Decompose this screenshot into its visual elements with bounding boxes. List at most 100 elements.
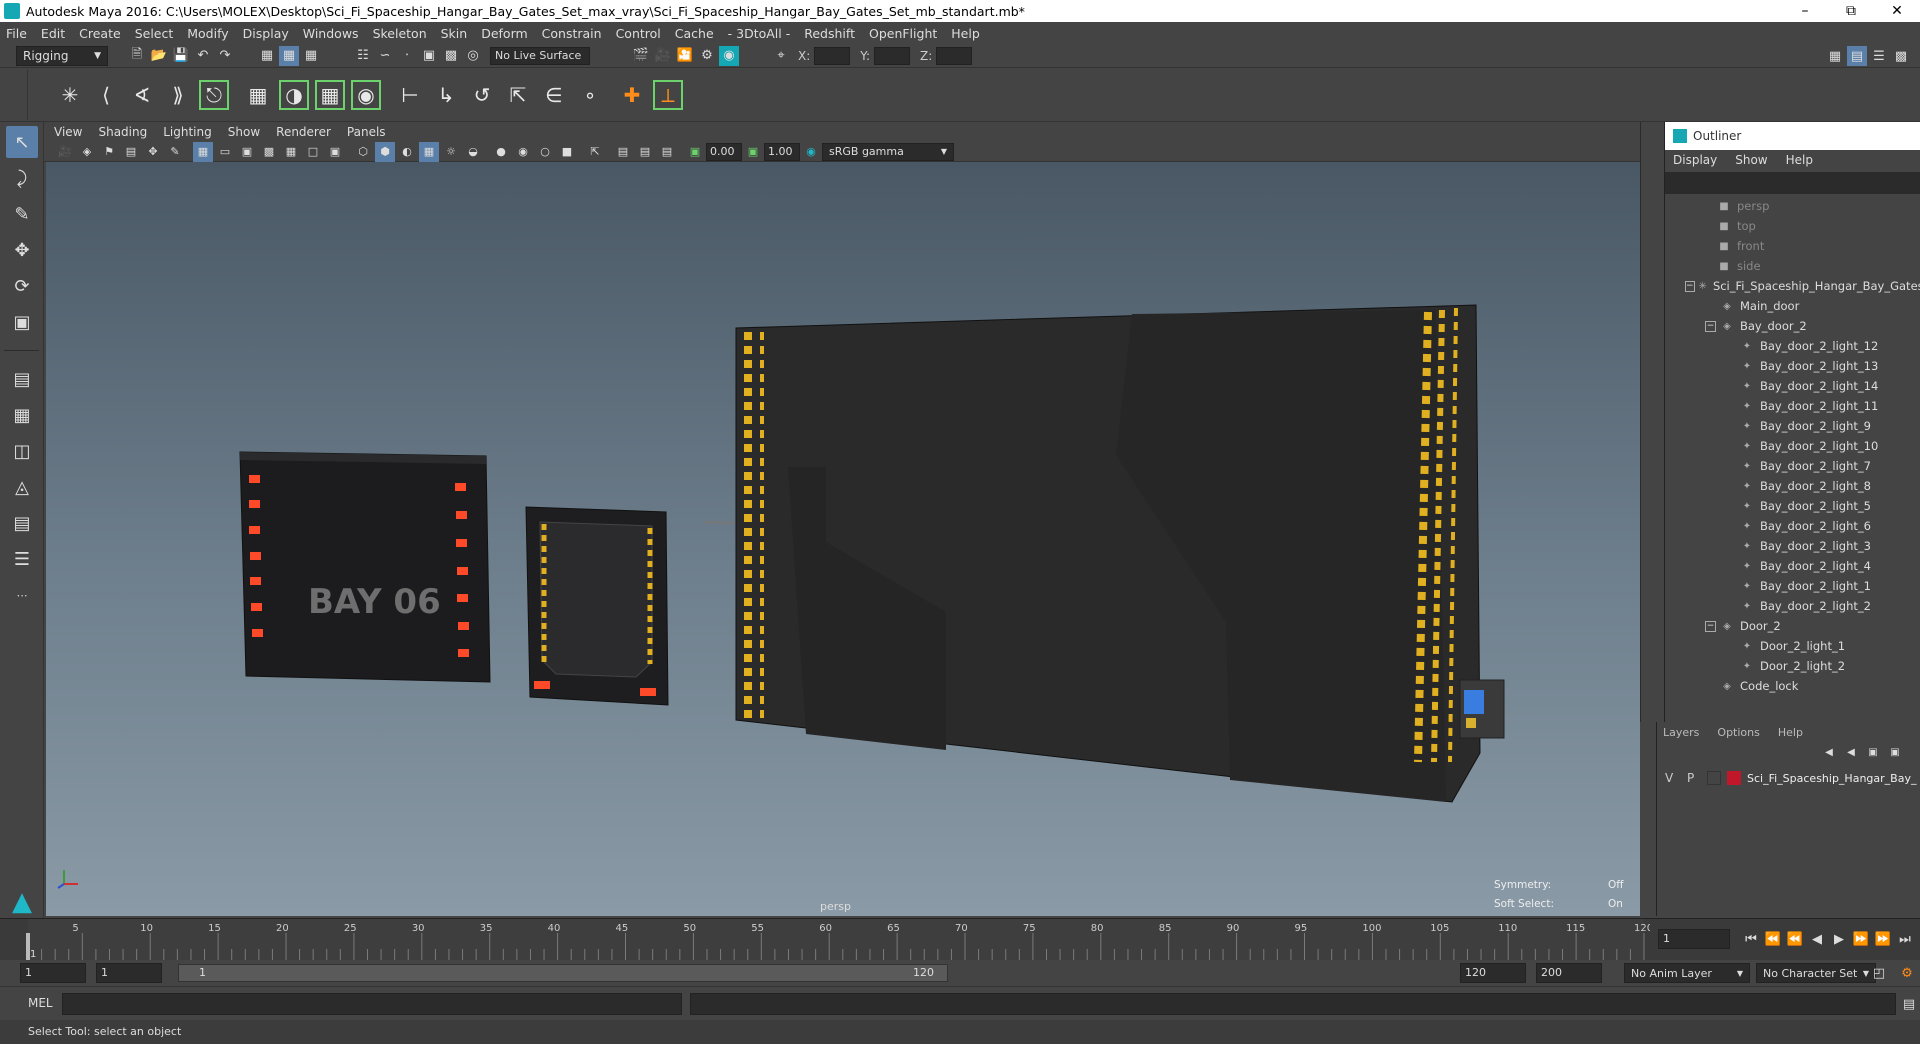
y-field[interactable]: [874, 46, 911, 65]
step-back-key-icon[interactable]: ⏪: [1785, 929, 1805, 949]
snap-live-icon[interactable]: ◎: [463, 46, 483, 66]
snap-point-icon[interactable]: ⋅: [397, 46, 417, 66]
menu-display[interactable]: Display: [243, 26, 289, 41]
menu-file[interactable]: File: [6, 26, 27, 41]
paint-select-icon[interactable]: ✎: [6, 198, 38, 230]
new-scene-icon[interactable]: 🗎: [127, 46, 147, 66]
open-scene-icon[interactable]: 📂: [149, 46, 169, 66]
exposure-icon[interactable]: ▣: [685, 142, 705, 162]
viewport-persp[interactable]: BAY 06 persp Symmetry: Off Soft Select: …: [46, 162, 1640, 916]
move-layer-down-icon[interactable]: ◀: [1841, 742, 1861, 762]
layer-menu-help[interactable]: Help: [1778, 726, 1803, 739]
menu-select[interactable]: Select: [135, 26, 174, 41]
layer-playback[interactable]: P: [1687, 771, 1707, 785]
panel-menu-lighting[interactable]: Lighting: [163, 125, 212, 139]
gamma-icon[interactable]: ▣: [743, 142, 763, 162]
shadows-icon[interactable]: ◒: [463, 142, 483, 162]
locator-icon[interactable]: ⎋: [199, 79, 229, 110]
channel-box-strip[interactable]: [1640, 122, 1664, 722]
insert-joint-icon[interactable]: ⟨: [91, 80, 121, 110]
isolate-select-icon[interactable]: ⇱: [585, 142, 605, 162]
step-back-icon[interactable]: ⏪: [1763, 929, 1783, 949]
layer-visibility[interactable]: V: [1665, 771, 1687, 785]
menu-windows[interactable]: Windows: [303, 26, 359, 41]
cluster-icon[interactable]: ▦: [243, 80, 273, 110]
xray-joints-icon[interactable]: ▤: [635, 142, 655, 162]
menu-openflight[interactable]: OpenFlight: [869, 26, 937, 41]
outliner-item[interactable]: ✦ Bay_door_2_light_11: [1665, 396, 1920, 416]
live-surface-field[interactable]: No Live Surface: [490, 46, 590, 65]
two-d-pan-icon[interactable]: ✥: [143, 142, 163, 162]
auto-key-icon[interactable]: ◰: [1869, 963, 1889, 983]
outliner-item[interactable]: ✦ Bay_door_2_light_3: [1665, 536, 1920, 556]
outliner-layout-icon[interactable]: ☰: [6, 543, 38, 575]
play-forwards-icon[interactable]: ▶: [1829, 929, 1849, 949]
layer-row[interactable]: V P Sci_Fi_Spaceship_Hangar_Bay_: [1657, 766, 1920, 790]
range-slider-bar[interactable]: 1 120: [178, 964, 948, 982]
outliner-item[interactable]: ✦ Bay_door_2_light_9: [1665, 416, 1920, 436]
outliner-item[interactable]: ✦ Bay_door_2_light_4: [1665, 556, 1920, 576]
layer-color-swatch[interactable]: [1727, 771, 1741, 785]
go-to-end-icon[interactable]: ⏭: [1895, 929, 1915, 949]
move-layer-up-icon[interactable]: ◀: [1819, 742, 1839, 762]
field-chart-icon[interactable]: ▦: [281, 142, 301, 162]
bookmark-icon[interactable]: ⚑: [99, 142, 119, 162]
film-gate-icon[interactable]: ▭: [215, 142, 235, 162]
transform-mode-icon[interactable]: ⌖: [771, 46, 791, 66]
snap-curve-icon[interactable]: ∽: [375, 46, 395, 66]
render-settings-icon[interactable]: ⚙: [697, 46, 717, 66]
anti-alias-icon[interactable]: ○: [535, 142, 555, 162]
wireframe-on-shaded-icon[interactable]: ◐: [397, 142, 417, 162]
outliner-item[interactable]: ✦ Bay_door_2_light_6: [1665, 516, 1920, 536]
snap-grid-icon[interactable]: ☷: [353, 46, 373, 66]
move-tool-icon[interactable]: ✥: [6, 234, 38, 266]
resolution-gate-icon[interactable]: ▣: [237, 142, 257, 162]
collapse-toggle-icon[interactable]: −: [1705, 620, 1716, 632]
wrap-icon[interactable]: ▦: [315, 79, 345, 110]
menu-set-dropdown[interactable]: Rigging ▼: [16, 45, 108, 66]
outliner-item[interactable]: ✦ Bay_door_2_light_2: [1665, 596, 1920, 616]
select-tool-icon[interactable]: ↖: [6, 126, 38, 158]
step-forward-icon[interactable]: ⏩: [1873, 929, 1893, 949]
xray-components-icon[interactable]: ▤: [657, 142, 677, 162]
motion-blur-icon[interactable]: ◉: [513, 142, 533, 162]
outliner-camera-persp[interactable]: ■ persp: [1665, 196, 1920, 216]
start-time-field[interactable]: 1: [20, 963, 86, 983]
safe-title-icon[interactable]: ▣: [325, 142, 345, 162]
current-frame-field[interactable]: 1: [1658, 929, 1730, 949]
time-slider[interactable]: 1 5 10 15 20 25 30 35 40 45 50 55 60 65 70 75 80 85 90 95 10…: [0, 918, 1920, 961]
play-backwards-icon[interactable]: ◀: [1807, 929, 1827, 949]
outliner-camera-front[interactable]: ■ front: [1665, 236, 1920, 256]
panel-menu-view[interactable]: View: [54, 125, 82, 139]
outliner-camera-side[interactable]: ■ side: [1665, 256, 1920, 276]
restore-icon[interactable]: ⧉: [1828, 0, 1874, 22]
select-component-icon[interactable]: ▦: [301, 46, 321, 66]
render-frame-icon[interactable]: 🎥: [653, 46, 673, 66]
grease-pencil-icon[interactable]: ✎: [165, 142, 185, 162]
hypershade-layout-icon[interactable]: ▤: [6, 507, 38, 539]
channel-box-icon[interactable]: ▩: [1891, 46, 1911, 66]
outliner-item[interactable]: ✦ Bay_door_2_light_7: [1665, 456, 1920, 476]
depth-of-field-icon[interactable]: ■: [557, 142, 577, 162]
outliner-item[interactable]: ✦ Bay_door_2_light_5: [1665, 496, 1920, 516]
panel-menu-renderer[interactable]: Renderer: [276, 125, 331, 139]
hypershade-icon[interactable]: ◉: [719, 45, 739, 66]
close-icon[interactable]: ✕: [1874, 0, 1920, 22]
camera-select-icon[interactable]: 🎥: [55, 142, 75, 162]
menu-control[interactable]: Control: [616, 26, 661, 41]
layer-menu-layers[interactable]: Layers: [1663, 726, 1699, 739]
parent-constraint-icon[interactable]: ∈: [539, 80, 569, 110]
outliner-menu-show[interactable]: Show: [1735, 153, 1767, 167]
skin-bind-icon[interactable]: ◉: [351, 79, 381, 110]
step-forward-key-icon[interactable]: ⏩: [1851, 929, 1871, 949]
menu-skin[interactable]: Skin: [441, 26, 468, 41]
menu-create[interactable]: Create: [79, 26, 121, 41]
render-view-icon[interactable]: 🎬: [631, 46, 651, 66]
image-plane-icon[interactable]: ▤: [121, 142, 141, 162]
smooth-shade-icon[interactable]: ⬢: [375, 141, 395, 162]
aim-constraint-icon[interactable]: ↳: [431, 80, 461, 110]
grid-toggle-icon[interactable]: ▦: [193, 141, 213, 162]
menu-help[interactable]: Help: [951, 26, 980, 41]
go-to-start-icon[interactable]: ⏮: [1741, 929, 1761, 949]
menu-3dtoall[interactable]: - 3DtoAll -: [728, 26, 791, 41]
